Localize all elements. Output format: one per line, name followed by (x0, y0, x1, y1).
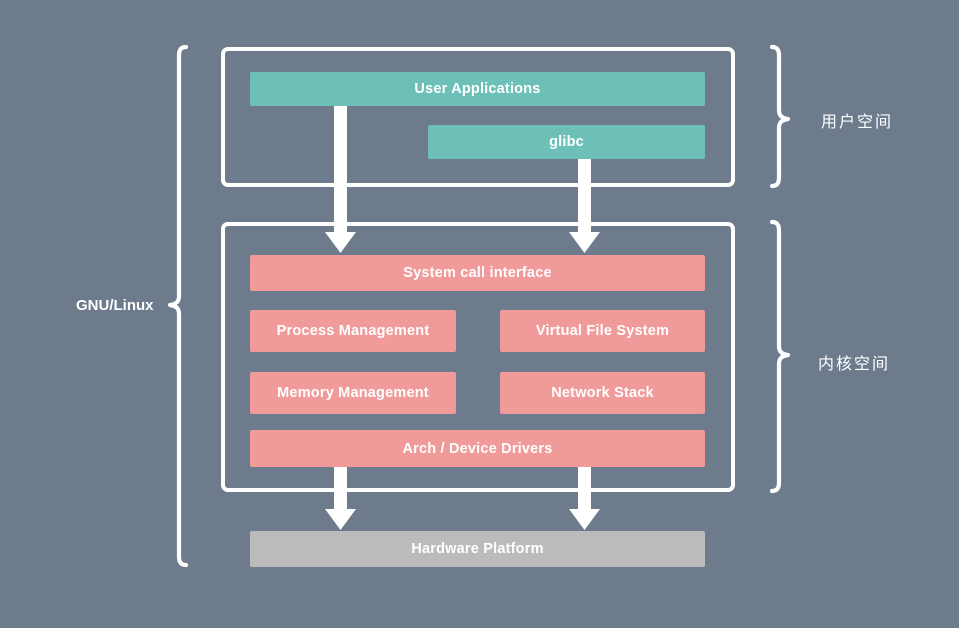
diagram-canvas: User Applications glibc System call inte… (0, 0, 959, 628)
block-label: User Applications (414, 81, 541, 97)
block-arch-device-drivers[interactable]: Arch / Device Drivers (250, 430, 705, 467)
block-memory-management[interactable]: Memory Management (250, 372, 456, 414)
block-label: System call interface (403, 265, 552, 281)
block-process-management[interactable]: Process Management (250, 310, 456, 352)
block-glibc[interactable]: glibc (428, 125, 705, 159)
block-label: Process Management (276, 323, 430, 339)
block-system-call-interface[interactable]: System call interface (250, 255, 705, 291)
block-network-stack[interactable]: Network Stack (500, 372, 705, 414)
block-label: glibc (549, 134, 584, 150)
block-label: Virtual File System (535, 323, 670, 339)
block-label: Arch / Device Drivers (402, 440, 553, 457)
block-label: Network Stack (551, 385, 654, 401)
block-label: Hardware Platform (411, 541, 544, 557)
brace-gnu-linux (167, 44, 189, 568)
label-gnu-linux: GNU/Linux (76, 297, 154, 314)
block-label: Memory Management (277, 385, 429, 401)
user-space-group-box (221, 47, 735, 187)
brace-user-space (769, 44, 791, 189)
label-user-space: 用户空间 (821, 112, 894, 131)
block-virtual-file-system[interactable]: Virtual File System (500, 310, 705, 352)
label-kernel-space: 内核空间 (818, 354, 891, 373)
block-user-applications[interactable]: User Applications (250, 72, 705, 106)
brace-kernel-space (769, 219, 791, 494)
block-hardware-platform[interactable]: Hardware Platform (250, 531, 705, 567)
